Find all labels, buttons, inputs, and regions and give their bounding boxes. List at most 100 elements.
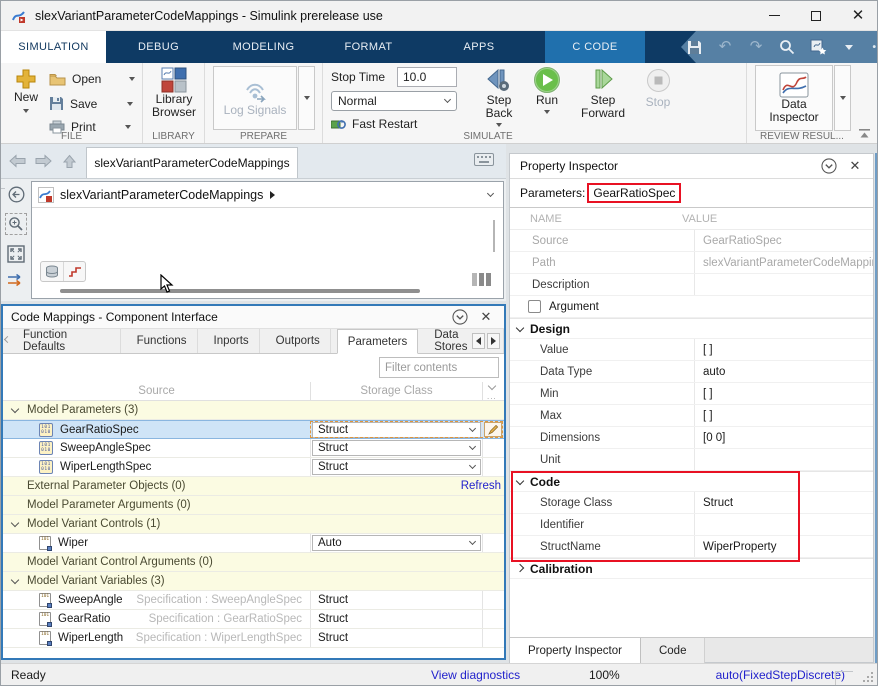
maximize-button[interactable] [795,1,837,30]
tab-inports[interactable]: Inports [204,329,260,353]
collapse-ribbon-icon[interactable] [858,128,871,139]
storage-class-column-header[interactable]: Storage Class [310,382,482,400]
signal-logging-icon-button[interactable] [63,262,85,281]
column-options-header[interactable]: ... [482,382,503,400]
table-row-gearratiospec[interactable]: 101010GearRatioSpecStruct [3,420,504,439]
property-row-max[interactable]: Max[ ] [510,405,873,427]
property-row-dimensions[interactable]: Dimensions[0 0] [510,427,873,449]
bottom-tab-property-inspector[interactable]: Property Inspector [510,638,641,663]
edit-storage-button[interactable] [484,422,502,437]
new-dropdown-icon[interactable] [23,109,29,113]
perspectives-icon[interactable] [472,273,491,286]
step-back-button[interactable]: Step Back [475,66,523,127]
ribbon-tab-c-code[interactable]: C CODE [545,31,645,63]
property-value[interactable]: auto [694,361,873,382]
section-code[interactable]: Code [510,471,873,492]
property-value[interactable]: [0 0] [694,427,873,448]
resize-grip[interactable] [863,671,874,682]
property-value[interactable]: [ ] [694,339,873,360]
more-icon[interactable]: ••• [871,37,878,57]
up-icon[interactable] [59,152,79,170]
breadcrumb[interactable]: slexVariantParameterCodeMappings [32,182,503,208]
property-row-description[interactable]: Description [510,274,873,296]
review-gallery-button[interactable] [834,65,851,131]
bottom-tab-code[interactable]: Code [641,638,706,663]
section-design[interactable]: Design [510,318,873,339]
ribbon-tab-format[interactable]: FORMAT [316,31,421,63]
forward-icon[interactable] [33,152,53,170]
simulation-mode-dropdown[interactable]: Normal [331,91,457,111]
save-icon[interactable] [685,37,703,57]
run-button[interactable]: Run [529,66,565,114]
tab-functions[interactable]: Functions [127,329,198,353]
panel-close-icon[interactable]: ✕ [847,158,863,174]
table-row-wiper[interactable]: 101WiperAuto [3,534,504,553]
table-row-wiperlength[interactable]: 101WiperLengthSpecification : WiperLengt… [3,629,504,648]
property-row-data-type[interactable]: Data Typeauto [510,361,873,383]
document-tab[interactable]: slexVariantParameterCodeMappings [86,147,298,178]
expander-icon[interactable] [3,579,27,583]
data-inspector-button[interactable]: Data Inspector [755,65,833,131]
property-row-structname[interactable]: StructNameWiperProperty [510,536,873,558]
breadcrumb-dropdown-icon[interactable] [487,189,494,196]
property-row-min[interactable]: Min[ ] [510,383,873,405]
new-button[interactable]: New [9,67,43,113]
property-value[interactable]: [ ] [694,383,873,404]
ribbon-tab-modeling[interactable]: MODELING [211,31,316,63]
print-dropdown-icon[interactable] [125,125,131,129]
property-value[interactable] [694,514,873,535]
storage-class-dropdown[interactable]: Struct [312,440,481,456]
group-row-model-parameter-arguments-0[interactable]: Model Parameter Arguments (0) [3,496,504,515]
expander-icon[interactable] [3,408,27,412]
group-row-model-variant-variables-3[interactable]: Model Variant Variables (3) [3,572,504,591]
expander-icon[interactable] [3,522,27,526]
close-button[interactable]: ✕ [837,1,878,30]
group-row-model-variant-controls-1[interactable]: Model Variant Controls (1) [3,515,504,534]
table-row-sweepangle[interactable]: 101SweepAngleSpecification : SweepAngleS… [3,591,504,610]
library-browser-button[interactable]: Library Browser [149,67,199,119]
ribbon-tab-apps[interactable]: APPS [421,31,537,63]
zoom-icon[interactable] [5,213,27,235]
tab-parameters[interactable]: Parameters [337,329,418,354]
data-store-icon-button[interactable] [41,262,63,281]
fast-restart-toggle[interactable]: Fast Restart [331,117,417,131]
ribbon-tab-simulation[interactable]: SIMULATION [1,31,106,63]
property-row-unit[interactable]: Unit [510,449,873,471]
save-button[interactable]: Save [49,96,133,111]
tab-scroll-left-button[interactable] [472,333,485,349]
ribbon-tab-debug[interactable]: DEBUG [106,31,211,63]
section-calibration[interactable]: Calibration [510,558,873,579]
save-dropdown-icon[interactable] [127,102,133,106]
table-row-sweepanglespec[interactable]: 101010SweepAngleSpecStruct [3,439,504,458]
group-row-model-parameters-3[interactable]: Model Parameters (3) [3,401,504,420]
step-forward-button[interactable]: Step Forward [575,66,631,120]
undo-icon[interactable]: ↶ [716,37,734,57]
source-column-header[interactable]: Source [3,382,310,400]
property-value[interactable]: Struct [694,492,873,513]
back-icon[interactable] [7,152,27,170]
property-row-source[interactable]: SourceGearRatioSpec [510,230,873,252]
storage-class-dropdown[interactable]: Struct [312,459,481,475]
property-row-storage-class[interactable]: Storage ClassStruct [510,492,873,514]
tab-function-defaults[interactable]: Function Defaults [13,329,121,353]
property-value[interactable] [694,274,873,295]
table-row-gearratio[interactable]: 101GearRatioSpecification : GearRatioSpe… [3,610,504,629]
add-favorites-icon[interactable] [809,37,827,57]
property-row-identifier[interactable]: Identifier [510,514,873,536]
group-row-external-parameter-objects-0[interactable]: External Parameter Objects (0)Refresh [3,477,504,496]
table-row-wiperlengthspec[interactable]: 101010WiperLengthSpecStruct [3,458,504,477]
hide-explorer-bar-icon[interactable] [8,186,25,203]
search-icon[interactable] [778,37,796,57]
open-dropdown-icon[interactable] [129,77,135,81]
panel-close-icon[interactable]: ✕ [478,309,494,325]
property-value[interactable]: slexVariantParameterCodeMappings [694,252,873,273]
storage-class-dropdown[interactable]: Struct [312,422,481,438]
fit-to-view-icon[interactable] [7,245,25,263]
stop-button[interactable]: Stop [641,68,675,109]
open-button[interactable]: Open [49,72,135,86]
horizontal-scrollbar[interactable] [60,289,420,293]
minimize-button[interactable] [753,1,795,30]
property-value[interactable]: WiperProperty [694,536,873,557]
view-diagnostics-link[interactable]: View diagnostics [431,668,520,682]
property-value[interactable]: GearRatioSpec [694,230,873,251]
